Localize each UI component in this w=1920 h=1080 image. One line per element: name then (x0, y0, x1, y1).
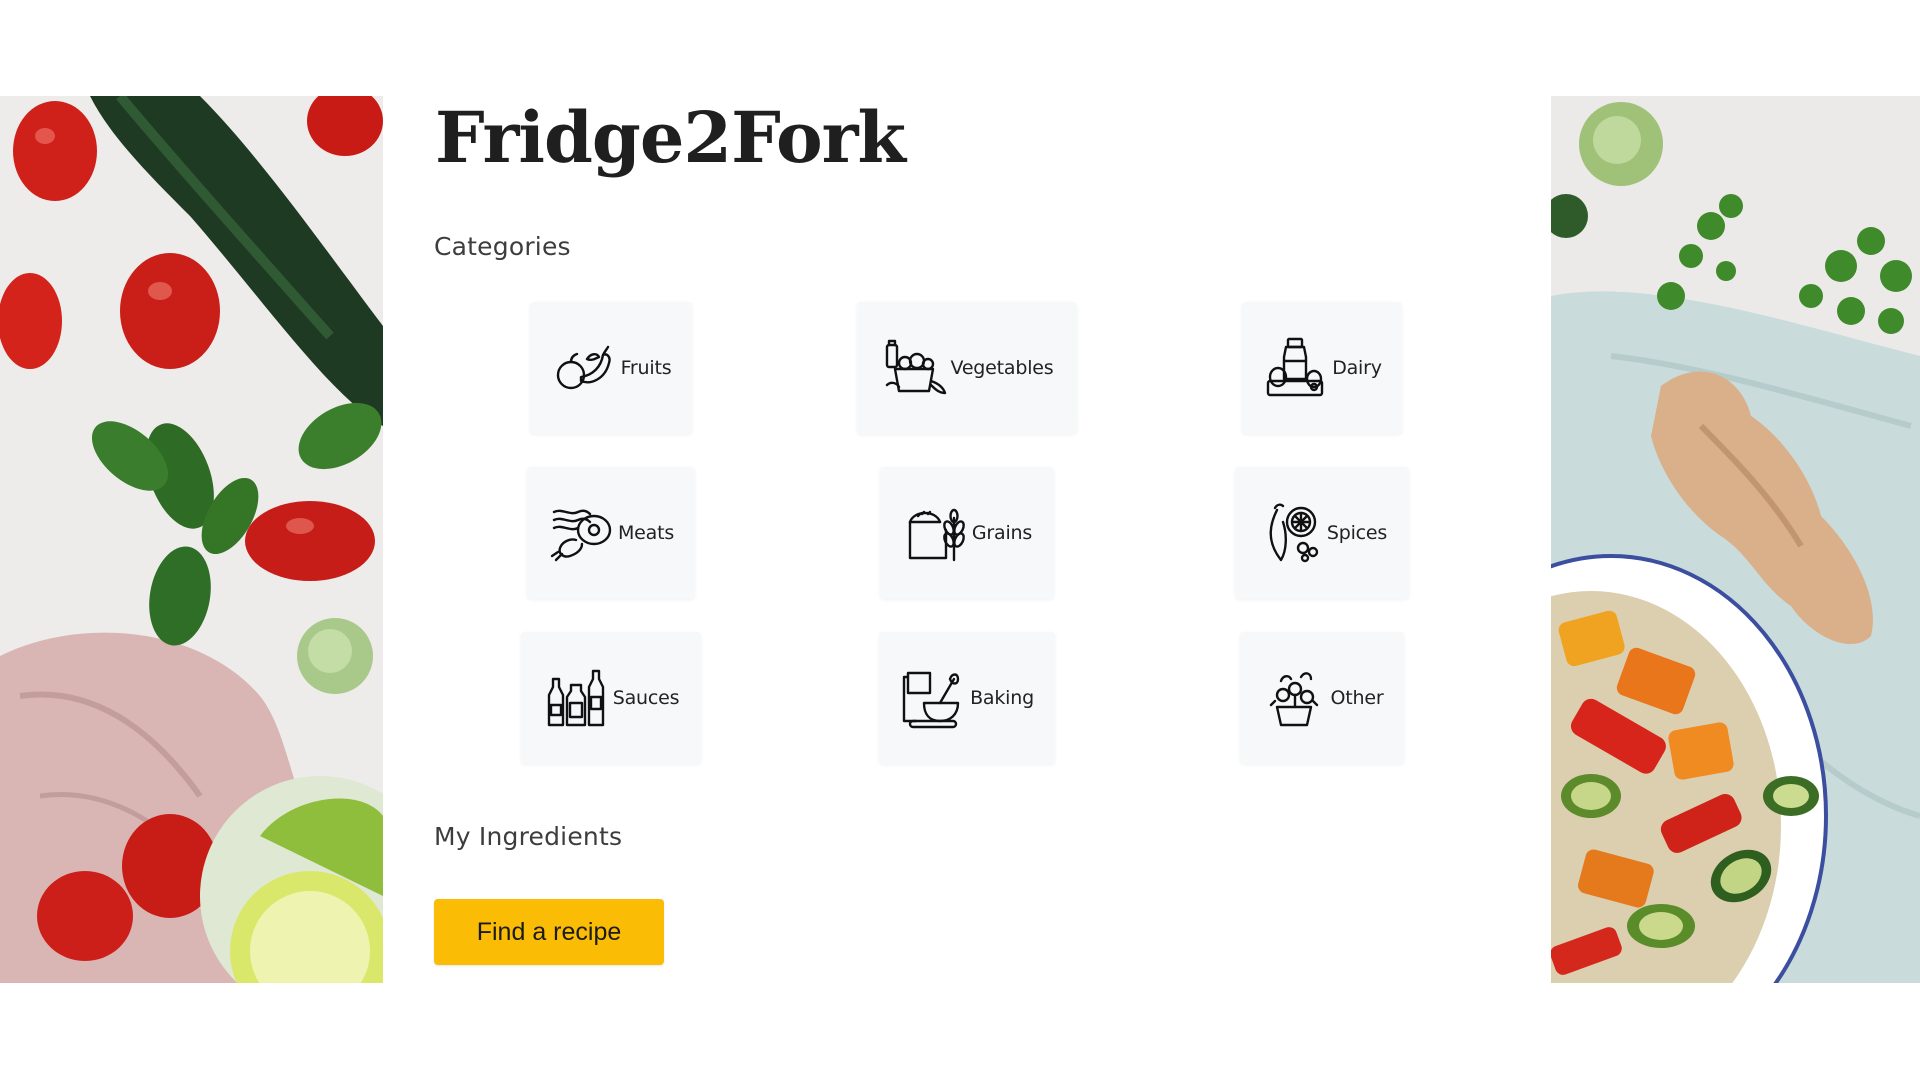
category-label: Other (1330, 687, 1384, 709)
category-vegetables[interactable]: Vegetables (857, 302, 1077, 434)
category-label: Meats (617, 522, 675, 544)
category-label: Spices (1326, 522, 1388, 544)
baking-icon (900, 665, 966, 731)
fruits-icon (551, 335, 617, 401)
category-meats[interactable]: Meats (527, 467, 695, 599)
left-food-photo (0, 96, 383, 983)
categories-heading: Categories (434, 232, 571, 261)
grains-icon (902, 500, 968, 566)
category-spices[interactable]: Spices (1235, 467, 1409, 599)
category-label: Grains (971, 522, 1033, 544)
app-title: Fridge2Fork (435, 96, 906, 179)
page: Fridge2Fork Categories Fruits Vegetables… (0, 0, 1920, 1080)
category-sauces[interactable]: Sauces (521, 632, 701, 764)
meats-icon (548, 500, 614, 566)
category-label: Fruits (620, 357, 672, 379)
category-fruits[interactable]: Fruits (530, 302, 692, 434)
category-label: Vegetables (950, 357, 1054, 379)
vegetables-icon (881, 335, 947, 401)
find-recipe-button[interactable]: Find a recipe (434, 899, 664, 965)
dairy-icon (1262, 335, 1328, 401)
right-food-photo (1551, 96, 1920, 983)
category-label: Sauces (612, 687, 680, 709)
spices-icon (1257, 500, 1323, 566)
category-dairy[interactable]: Dairy (1242, 302, 1402, 434)
category-label: Dairy (1332, 357, 1382, 379)
category-grains[interactable]: Grains (880, 467, 1054, 599)
category-label: Baking (970, 687, 1034, 709)
category-baking[interactable]: Baking (879, 632, 1055, 764)
my-ingredients-heading: My Ingredients (434, 822, 623, 851)
other-icon (1261, 665, 1327, 731)
sauces-icon (543, 665, 609, 731)
category-other[interactable]: Other (1240, 632, 1404, 764)
